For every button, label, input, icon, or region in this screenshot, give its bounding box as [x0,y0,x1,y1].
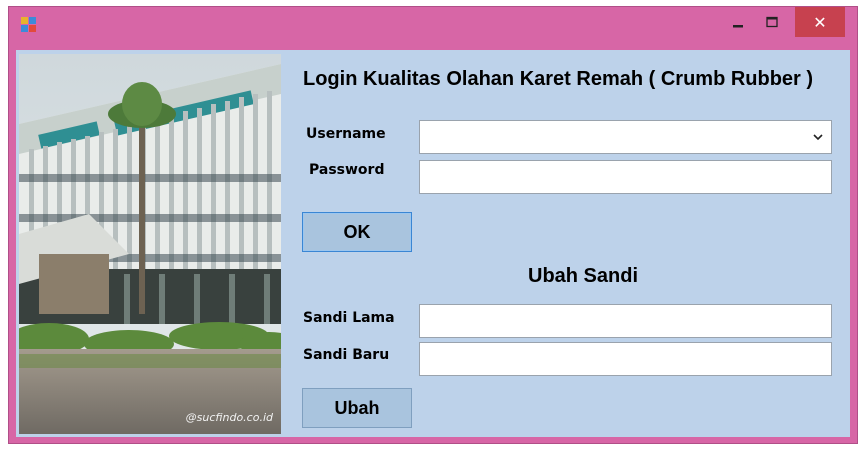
maximize-icon [766,16,778,28]
new-password-label: Sandi Baru [303,347,390,363]
chevron-down-icon[interactable] [805,121,831,153]
username-label: Username [306,126,386,142]
change-password-button[interactable]: Ubah [302,388,412,428]
title-bar[interactable]: ✕ [9,7,857,47]
change-password-heading: Ubah Sandi [528,265,639,287]
username-combobox[interactable] [419,120,832,154]
close-icon: ✕ [813,12,827,32]
photo-watermark: @sucfindo.co.id [185,411,273,424]
new-password-input[interactable] [420,343,831,375]
password-input[interactable] [420,161,831,193]
form-body: @sucfindo.co.id Login Kualitas Olahan Ka… [16,50,850,437]
close-button[interactable]: ✕ [795,7,845,37]
building-photo: @sucfindo.co.id [19,54,281,434]
password-label: Password [309,162,385,178]
password-field[interactable] [419,160,832,194]
new-password-field[interactable] [419,342,832,376]
old-password-label: Sandi Lama [303,310,395,326]
login-window: ✕ @sucfindo.co.id Login Kualitas Olahan … [8,6,858,444]
minimize-icon [733,25,743,28]
maximize-button[interactable] [755,7,789,37]
old-password-field[interactable] [419,304,832,338]
app-icon [21,17,37,33]
old-password-input[interactable] [420,305,831,337]
ok-button[interactable]: OK [302,212,412,252]
username-input[interactable] [420,121,831,153]
minimize-button[interactable] [721,7,755,37]
form-heading: Login Kualitas Olahan Karet Remah ( Crum… [303,68,814,90]
